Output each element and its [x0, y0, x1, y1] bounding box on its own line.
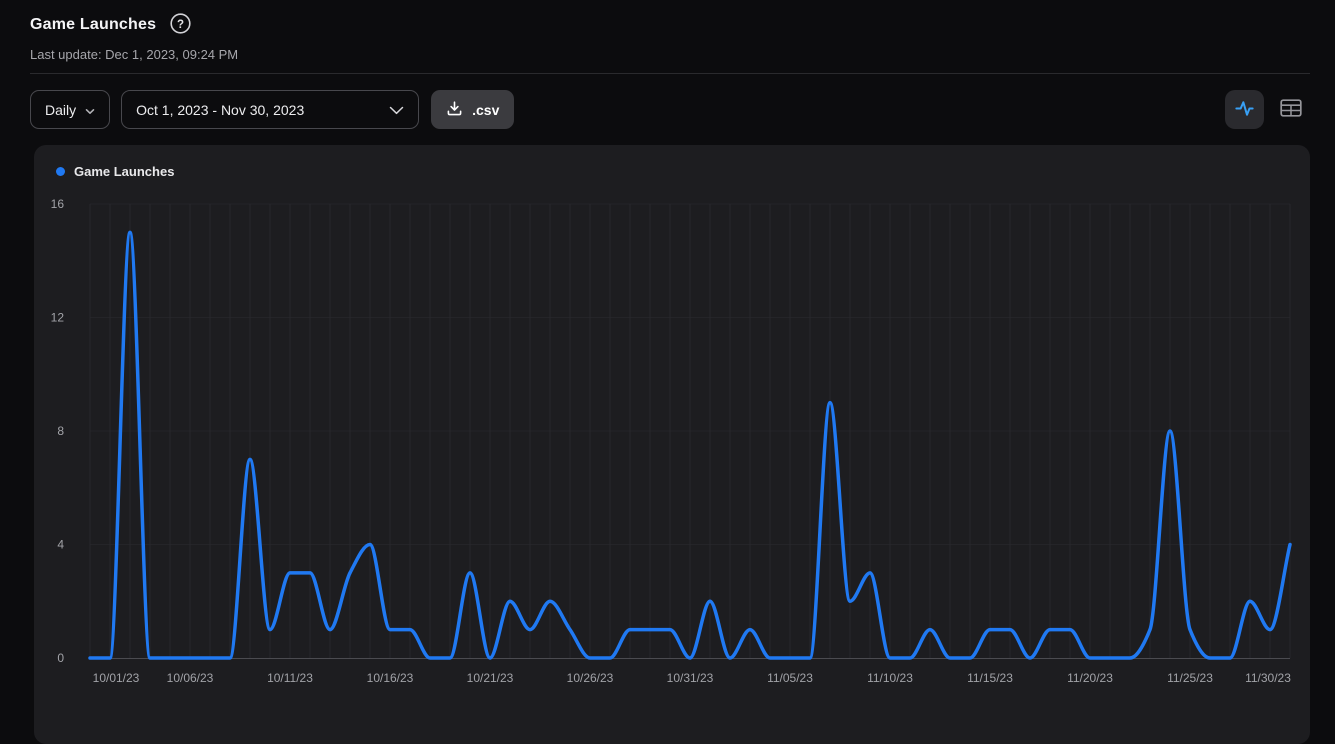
x-tick-label: 10/06/23 [167, 671, 214, 685]
x-tick-label: 10/16/23 [367, 671, 414, 685]
download-csv-button[interactable]: .csv [431, 90, 514, 129]
x-tick-label: 10/31/23 [667, 671, 714, 685]
x-tick-label: 11/10/23 [867, 671, 913, 685]
chevron-down-icon [85, 102, 95, 118]
x-tick-label: 11/20/23 [1067, 671, 1113, 685]
question-mark-icon: ? [170, 13, 191, 37]
activity-pulse-icon [1233, 97, 1256, 123]
x-tick-label: 11/15/23 [967, 671, 1013, 685]
y-tick-label: 4 [57, 538, 64, 552]
y-tick-label: 16 [51, 197, 65, 211]
x-tick-label: 10/11/23 [267, 671, 313, 685]
x-tick-label: 11/25/23 [1167, 671, 1213, 685]
x-tick-label: 10/21/23 [467, 671, 514, 685]
line-chart[interactable]: 0 4 8 12 16 10/01/23 10/06/23 10/11/23 10/16/23 1… [34, 145, 1310, 744]
table-icon [1280, 99, 1302, 120]
help-button[interactable]: ? [170, 13, 191, 37]
x-tick-label: 10/26/23 [567, 671, 614, 685]
download-icon [446, 100, 463, 120]
chart-view-button[interactable] [1225, 90, 1264, 129]
date-range-value: Oct 1, 2023 - Nov 30, 2023 [136, 102, 304, 118]
y-tick-label: 0 [57, 651, 64, 665]
svg-text:?: ? [177, 19, 184, 31]
page-title: Game Launches [30, 16, 156, 34]
y-tick-label: 12 [51, 311, 65, 325]
controls-bar: Daily Oct 1, 2023 - Nov 30, 2023 .csv [30, 90, 1310, 129]
view-toggle-group [1225, 90, 1310, 129]
page-header: Game Launches ? Last update: Dec 1, 2023… [30, 13, 238, 62]
chevron-down-icon [389, 102, 404, 118]
chart-card: Game Launches 048121610/01/2310/06/2310/… [34, 145, 1310, 744]
y-tick-label: 8 [57, 424, 64, 438]
x-tick-label: 11/30/23 [1245, 671, 1291, 685]
x-tick-label: 11/05/23 [767, 671, 813, 685]
date-range-dropdown[interactable]: Oct 1, 2023 - Nov 30, 2023 [121, 90, 419, 129]
table-view-button[interactable] [1271, 90, 1310, 129]
x-tick-label: 10/01/23 [93, 671, 140, 685]
header-divider [30, 73, 1310, 74]
granularity-value: Daily [45, 102, 76, 118]
granularity-dropdown[interactable]: Daily [30, 90, 110, 129]
last-update-text: Last update: Dec 1, 2023, 09:24 PM [30, 47, 238, 62]
csv-label: .csv [472, 102, 499, 118]
